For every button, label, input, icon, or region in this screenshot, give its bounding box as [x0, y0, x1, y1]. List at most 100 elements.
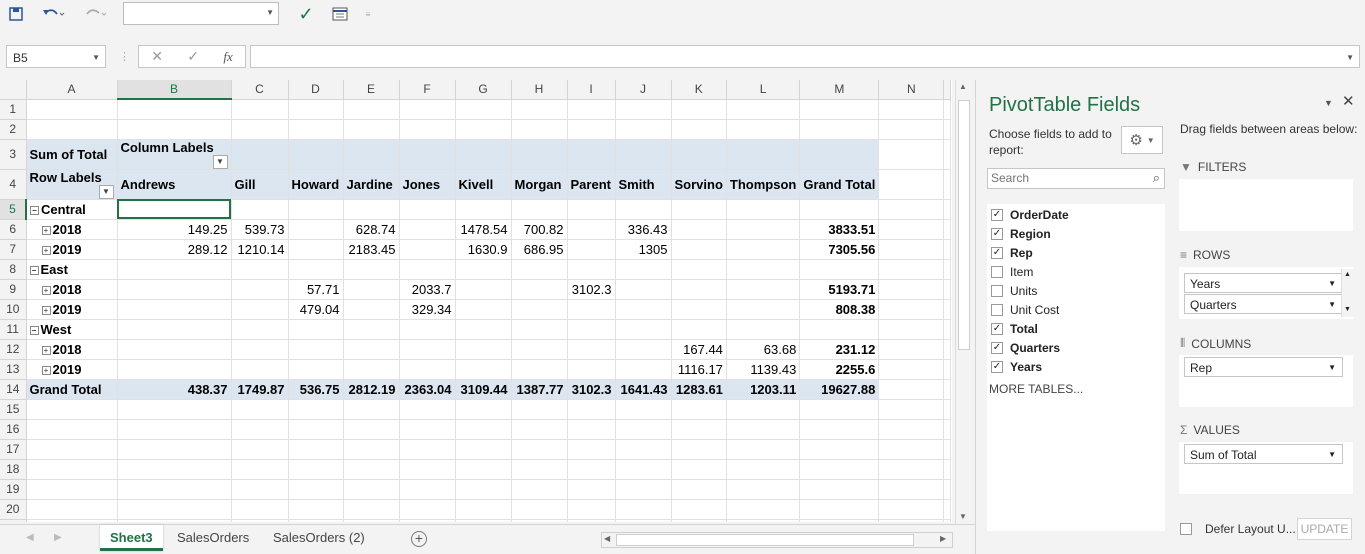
cell[interactable]	[288, 519, 344, 522]
cell[interactable]	[943, 319, 952, 340]
cell[interactable]: 329.34	[399, 299, 456, 320]
expand-icon[interactable]: +	[41, 285, 51, 295]
cell[interactable]	[878, 359, 945, 380]
cell[interactable]	[799, 439, 880, 460]
cell[interactable]	[117, 339, 232, 360]
more-tables-link[interactable]: MORE TABLES...	[987, 376, 1165, 402]
cell[interactable]	[878, 419, 945, 440]
quick-access-combo[interactable]: ▼	[123, 2, 279, 25]
field-checkbox[interactable]	[991, 303, 1003, 316]
cell[interactable]	[671, 319, 727, 340]
cell[interactable]	[878, 119, 945, 140]
cell[interactable]: 808.38	[799, 299, 880, 320]
row-header[interactable]: 11	[0, 319, 27, 340]
cell[interactable]	[399, 439, 456, 460]
cell[interactable]	[231, 299, 289, 320]
cell[interactable]	[343, 299, 400, 320]
prev-sheet-icon[interactable]: ◀	[26, 532, 34, 543]
field-search-box[interactable]: ⌕	[987, 168, 1165, 189]
row-header[interactable]: 16	[0, 419, 27, 440]
cell[interactable]: 1641.43	[615, 378, 672, 400]
column-header-a[interactable]: A	[26, 80, 118, 100]
cell[interactable]	[567, 519, 616, 522]
cell[interactable]: Grand Total	[26, 378, 118, 400]
filter-dropdown-icon[interactable]: ▼	[98, 184, 114, 198]
cell[interactable]: +2018	[26, 279, 118, 300]
cell[interactable]	[878, 169, 945, 200]
cell[interactable]	[726, 259, 801, 280]
column-header-j[interactable]: J	[615, 80, 672, 100]
cell[interactable]	[567, 259, 616, 280]
cell[interactable]	[511, 479, 568, 500]
cell[interactable]	[726, 499, 801, 520]
cell[interactable]: 700.82	[511, 219, 568, 240]
cell[interactable]	[726, 459, 801, 480]
cell[interactable]	[615, 459, 672, 480]
add-sheet-icon[interactable]: +	[411, 531, 427, 547]
cell[interactable]	[943, 459, 952, 480]
cell[interactable]: Morgan	[511, 169, 568, 200]
scroll-thumb[interactable]	[958, 100, 970, 350]
cell[interactable]	[615, 299, 672, 320]
collapse-icon[interactable]: −	[29, 325, 39, 335]
cell[interactable]: − West	[26, 319, 118, 340]
cell[interactable]: Howard	[288, 169, 344, 200]
cell[interactable]: 7305.56	[799, 239, 880, 260]
cell[interactable]: 3102.3	[567, 279, 616, 300]
cell[interactable]	[231, 199, 289, 220]
cell[interactable]	[726, 99, 801, 120]
save-icon[interactable]	[6, 4, 26, 24]
rows-item-years[interactable]: Years ▼	[1184, 273, 1343, 293]
cell[interactable]	[671, 459, 727, 480]
cell[interactable]	[117, 359, 232, 380]
cell[interactable]	[671, 519, 727, 522]
cell[interactable]	[878, 239, 945, 260]
cell[interactable]	[399, 419, 456, 440]
cell[interactable]	[343, 439, 400, 460]
cell[interactable]: 3109.44	[455, 378, 512, 400]
cell[interactable]: − Central	[26, 199, 118, 220]
cell[interactable]	[726, 419, 801, 440]
cell[interactable]	[343, 279, 400, 300]
expand-icon[interactable]: +	[41, 345, 51, 355]
cell[interactable]	[511, 399, 568, 420]
cell[interactable]	[26, 399, 118, 420]
cell[interactable]	[343, 419, 400, 440]
cell[interactable]: Gill	[231, 169, 289, 200]
cell[interactable]	[615, 399, 672, 420]
cell[interactable]	[943, 119, 952, 140]
row-header[interactable]: 8	[0, 259, 27, 280]
cell[interactable]	[726, 439, 801, 460]
cell[interactable]	[615, 359, 672, 380]
cell[interactable]	[343, 259, 400, 280]
cell[interactable]: 1283.61	[671, 378, 727, 400]
scroll-down-icon[interactable]: ▼	[1344, 306, 1351, 313]
cell[interactable]	[615, 499, 672, 520]
field-checkbox[interactable]: ✓	[991, 322, 1003, 335]
cell[interactable]	[455, 479, 512, 500]
field-item-years[interactable]: ✓ Years	[987, 357, 1165, 376]
field-item-item[interactable]: Item	[987, 262, 1165, 281]
values-area[interactable]: Sum of Total ▼	[1179, 442, 1353, 494]
defer-checkbox-box[interactable]	[1180, 523, 1192, 535]
cell[interactable]	[343, 499, 400, 520]
cell[interactable]	[343, 479, 400, 500]
cell[interactable]	[615, 99, 672, 120]
cell[interactable]	[231, 519, 289, 522]
cell[interactable]: 1478.54	[455, 219, 512, 240]
cell[interactable]	[671, 479, 727, 500]
row-header[interactable]: 14	[0, 379, 27, 400]
cell[interactable]: 149.25	[117, 219, 232, 240]
cell[interactable]	[231, 399, 289, 420]
cell[interactable]: Sum of Total	[26, 139, 118, 170]
rows-item-quarters[interactable]: Quarters ▼	[1184, 294, 1343, 314]
cell[interactable]: 1749.87	[231, 378, 289, 400]
cell[interactable]	[288, 319, 344, 340]
cell[interactable]: 63.68	[726, 339, 801, 360]
field-item-rep[interactable]: ✓ Rep	[987, 243, 1165, 262]
customize-toolbar-icon[interactable]: ≡	[362, 4, 374, 24]
cell[interactable]	[455, 359, 512, 380]
cell[interactable]	[117, 439, 232, 460]
field-checkbox[interactable]: ✓	[991, 208, 1003, 221]
cell[interactable]: 2183.45	[343, 239, 400, 260]
